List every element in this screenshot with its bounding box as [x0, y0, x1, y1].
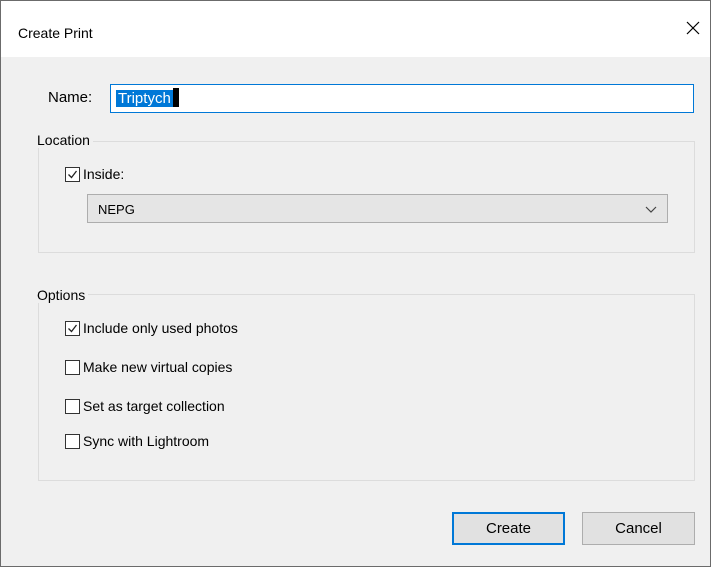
location-select-value: NEPG — [98, 202, 135, 217]
dialog-title: Create Print — [18, 25, 93, 41]
create-button[interactable]: Create — [452, 512, 565, 545]
inside-checkbox-label: Inside: — [83, 166, 125, 182]
set-target-collection-checkbox[interactable] — [65, 398, 80, 414]
make-virtual-copies-checkbox[interactable] — [65, 359, 80, 375]
check-icon — [68, 324, 78, 332]
check-icon — [68, 170, 78, 178]
chevron-down-icon — [645, 206, 657, 213]
options-legend: Options — [34, 287, 89, 303]
set-target-collection-label: Set as target collection — [83, 398, 225, 414]
sync-lightroom-label: Sync with Lightroom — [83, 433, 210, 449]
location-legend: Location — [34, 132, 93, 148]
name-input-value: Triptych — [116, 90, 173, 107]
inside-checkbox-row[interactable]: Inside: — [65, 166, 124, 182]
include-used-photos-label: Include only used photos — [83, 320, 238, 336]
text-caret — [172, 88, 179, 107]
title-bar: Create Print — [1, 1, 710, 57]
inside-checkbox[interactable] — [65, 166, 80, 182]
option-sync-lightroom[interactable]: Sync with Lightroom — [65, 433, 209, 449]
location-select[interactable]: NEPG — [87, 194, 668, 223]
option-include-used-photos[interactable]: Include only used photos — [65, 320, 238, 336]
sync-lightroom-checkbox[interactable] — [65, 433, 80, 449]
option-make-virtual-copies[interactable]: Make new virtual copies — [65, 359, 232, 375]
include-used-photos-checkbox[interactable] — [65, 320, 80, 336]
close-button[interactable] — [676, 13, 710, 43]
create-print-dialog: Create Print Name: Triptych Location Ins… — [0, 0, 711, 567]
name-input[interactable]: Triptych — [110, 84, 694, 113]
make-virtual-copies-label: Make new virtual copies — [83, 359, 233, 375]
cancel-button[interactable]: Cancel — [582, 512, 695, 545]
option-set-target-collection[interactable]: Set as target collection — [65, 398, 225, 414]
name-label: Name: — [48, 89, 93, 106]
close-icon — [686, 21, 700, 35]
